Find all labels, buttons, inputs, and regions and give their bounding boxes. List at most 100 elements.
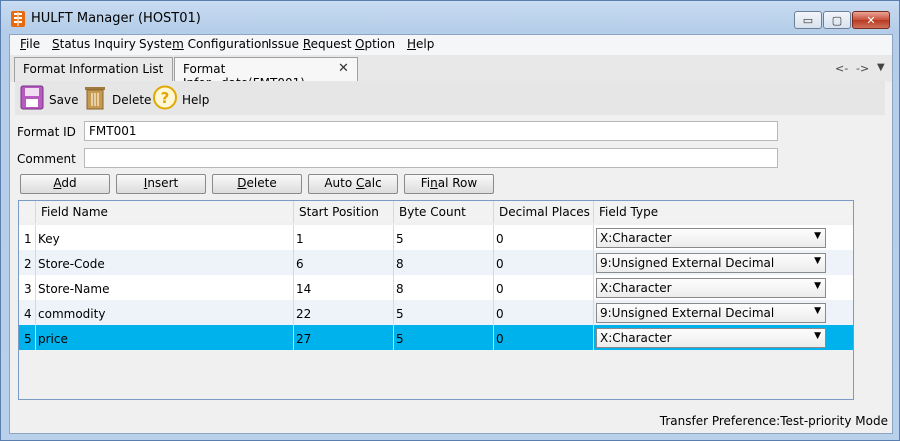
cell-decimal-places[interactable]: 0 — [494, 250, 594, 275]
menu-issue-request[interactable]: Issue Request — [268, 37, 352, 51]
field-type-dropdown[interactable]: 9:Unsigned External Decimal ▼ — [596, 253, 826, 273]
cell-start-position[interactable]: 22 — [294, 300, 394, 325]
menu-option-rest: ption — [364, 37, 396, 51]
delete-button[interactable]: Delete — [112, 93, 151, 107]
tab-format-information-list[interactable]: Format Information List — [14, 57, 173, 82]
app-window: HULFT Manager (HOST01) ▭ ▢ ✕ File Status… — [0, 0, 900, 441]
hulft-app-icon — [11, 11, 25, 27]
field-type-value: 9:Unsigned External Decimal — [600, 306, 775, 320]
table-row[interactable]: 2 Store-Code 6 8 0 9:Unsigned External D… — [19, 250, 853, 275]
table-row[interactable]: 4 commodity 22 5 0 9:Unsigned External D… — [19, 300, 853, 325]
menu-bar: File Status Inquiry System Configuration… — [10, 35, 892, 55]
field-type-value: X:Character — [600, 331, 672, 345]
row-number: 3 — [19, 275, 36, 300]
close-icon: ✕ — [866, 13, 876, 27]
menu-system-rest: Configuration — [183, 37, 269, 51]
tab-back-button[interactable]: <- — [835, 62, 848, 75]
cell-field-name[interactable]: Store-Name — [36, 275, 294, 300]
column-header-byte-count[interactable]: Byte Count — [394, 201, 494, 223]
menu-status-mnemonic: S — [52, 37, 60, 51]
insert-rest: nsert — [147, 176, 179, 190]
cell-byte-count[interactable]: 5 — [394, 225, 494, 250]
delete-rest: elete — [246, 176, 277, 190]
comment-label: Comment — [17, 152, 76, 166]
add-button[interactable]: Add — [20, 174, 110, 194]
close-button[interactable]: ✕ — [852, 11, 890, 29]
final-row-button[interactable]: Final Row — [404, 174, 494, 194]
cell-byte-count[interactable]: 5 — [394, 325, 494, 350]
table-row[interactable]: 1 Key 1 5 0 X:Character ▼ — [19, 225, 853, 250]
field-type-value: 9:Unsigned External Decimal — [600, 256, 775, 270]
title-bar[interactable]: HULFT Manager (HOST01) ▭ ▢ ✕ — [1, 1, 899, 35]
chevron-down-icon: ▼ — [814, 306, 821, 316]
help-button[interactable]: Help — [182, 93, 209, 107]
column-header-decimal-places[interactable]: Decimal Places — [494, 201, 594, 223]
column-header-field-type[interactable]: Field Type — [594, 201, 853, 223]
status-bar: Transfer Preference:Test-priority Mode — [10, 409, 892, 433]
tab-close-icon[interactable]: ✕ — [338, 61, 349, 76]
table-row-selected[interactable]: 5 price 27 5 0 X:Character ▼ — [19, 325, 853, 350]
field-type-dropdown[interactable]: X:Character ▼ — [596, 278, 826, 298]
chevron-down-icon: ▼ — [814, 281, 821, 291]
menu-help-mnemonic: H — [407, 37, 417, 51]
field-type-dropdown[interactable]: X:Character ▼ — [596, 328, 826, 348]
cell-field-name[interactable]: Store-Code — [36, 250, 294, 275]
delete-row-button[interactable]: Delete — [212, 174, 302, 194]
chevron-down-icon: ▼ — [814, 231, 821, 241]
table-row[interactable]: 3 Store-Name 14 8 0 X:Character ▼ — [19, 275, 853, 300]
trash-icon[interactable] — [83, 85, 107, 110]
cell-decimal-places[interactable]: 0 — [494, 275, 594, 300]
column-header-start-position[interactable]: Start Position — [294, 201, 394, 223]
tab-label: Format Information List — [23, 62, 164, 76]
insert-button[interactable]: Insert — [116, 174, 206, 194]
auto-calc-rest: alc — [364, 176, 382, 190]
cell-start-position[interactable]: 27 — [294, 325, 394, 350]
field-type-dropdown[interactable]: X:Character ▼ — [596, 228, 826, 248]
auto-calc-button[interactable]: Auto Calc — [308, 174, 398, 194]
menu-file[interactable]: File — [20, 37, 40, 51]
row-number-header — [19, 201, 36, 223]
tab-forward-button[interactable]: -> — [856, 62, 869, 75]
tab-list-menu-icon[interactable]: ▼ — [877, 62, 885, 73]
transfer-preference-status: Transfer Preference:Test-priority Mode — [659, 414, 888, 428]
auto-calc-pre: Auto — [324, 176, 356, 190]
cell-byte-count[interactable]: 5 — [394, 300, 494, 325]
minimize-icon: ▭ — [802, 13, 814, 27]
column-header-field-name[interactable]: Field Name — [36, 201, 294, 223]
format-editor: Save Delete ? Help Format ID FMT001 Comm… — [15, 81, 887, 406]
cell-start-position[interactable]: 6 — [294, 250, 394, 275]
save-button[interactable]: Save — [49, 93, 78, 107]
cell-start-position[interactable]: 1 — [294, 225, 394, 250]
cell-byte-count[interactable]: 8 — [394, 275, 494, 300]
cell-decimal-places[interactable]: 0 — [494, 325, 594, 350]
menu-status-inquiry[interactable]: Status Inquiry — [52, 37, 136, 51]
grid-header: Field Name Start Position Byte Count Dec… — [19, 201, 853, 223]
cell-field-name[interactable]: commodity — [36, 300, 294, 325]
cell-decimal-places[interactable]: 0 — [494, 300, 594, 325]
menu-issue-pre: Issue — [268, 37, 303, 51]
row-number: 2 — [19, 250, 36, 275]
minimize-button[interactable]: ▭ — [794, 11, 822, 29]
menu-system-mnemonic: m — [172, 37, 184, 51]
menu-system-pre: Syste — [139, 37, 173, 51]
svg-text:?: ? — [161, 89, 170, 107]
final-row-pre: Fi — [420, 176, 431, 190]
cell-field-name[interactable]: Key — [36, 225, 294, 250]
cell-start-position[interactable]: 14 — [294, 275, 394, 300]
save-icon[interactable] — [20, 85, 44, 110]
window-title: HULFT Manager (HOST01) — [31, 11, 201, 26]
cell-decimal-places[interactable]: 0 — [494, 225, 594, 250]
menu-help[interactable]: Help — [407, 37, 434, 51]
comment-field[interactable] — [84, 148, 778, 168]
cell-field-name[interactable]: price — [36, 325, 294, 350]
help-icon[interactable]: ? — [153, 85, 177, 110]
menu-option[interactable]: Option — [355, 37, 395, 51]
maximize-button[interactable]: ▢ — [823, 11, 851, 29]
tab-format-information-update[interactable]: Format Infor...date(FMT001) ✕ — [174, 57, 358, 90]
field-type-dropdown[interactable]: 9:Unsigned External Decimal ▼ — [596, 303, 826, 323]
cell-byte-count[interactable]: 8 — [394, 250, 494, 275]
maximize-icon: ▢ — [831, 13, 843, 27]
format-id-field[interactable]: FMT001 — [84, 121, 778, 141]
toolbar: Save Delete ? Help — [15, 81, 885, 115]
menu-system-configuration[interactable]: System Configuration — [139, 37, 269, 51]
